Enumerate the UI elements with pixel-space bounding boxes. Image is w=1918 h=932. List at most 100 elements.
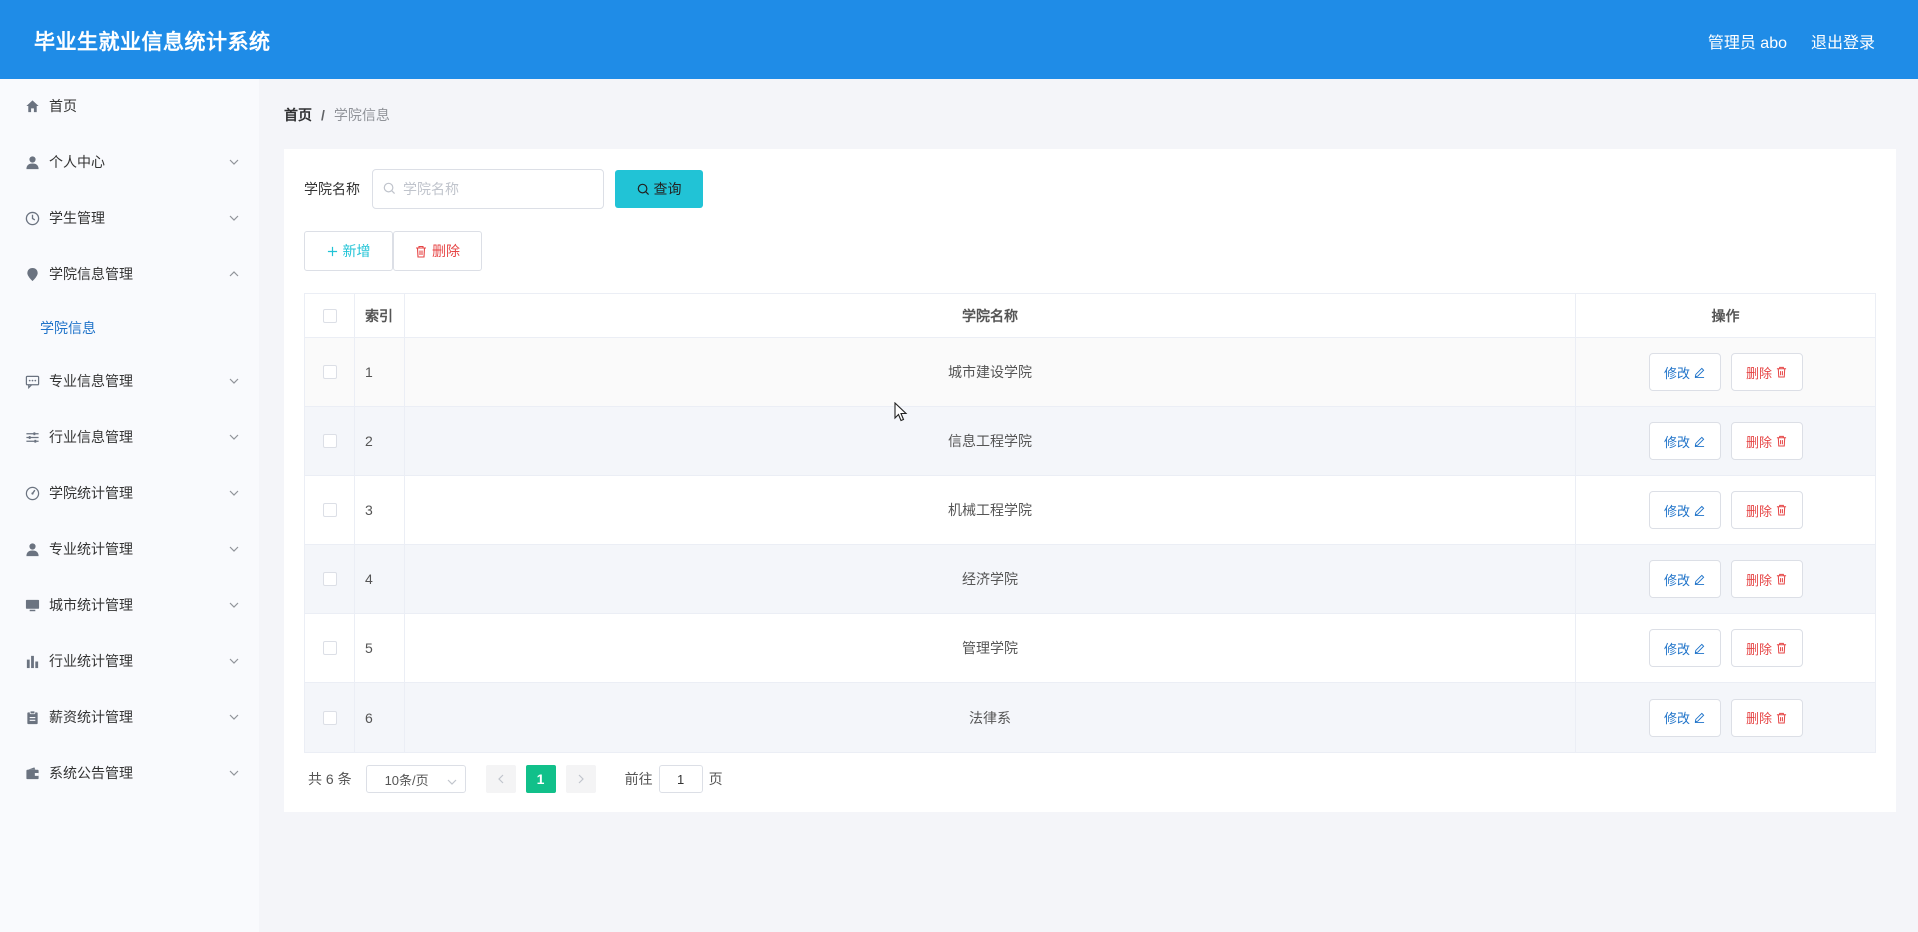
- row-checkbox[interactable]: [322, 503, 337, 517]
- batch-delete-button[interactable]: 删除: [393, 231, 482, 271]
- chevron-down-icon: [229, 157, 239, 168]
- sidebar-item-announcement[interactable]: 系统公告管理: [0, 753, 259, 793]
- chevron-down-icon: [229, 656, 239, 667]
- sidebar-item-major-stats[interactable]: 专业统计管理: [0, 529, 259, 569]
- delete-button[interactable]: 删除: [1730, 353, 1803, 391]
- row-operations: 修改 删除: [1576, 614, 1875, 682]
- delete-button-label: 删除: [1745, 711, 1772, 726]
- select-all-checkbox[interactable]: [322, 308, 337, 323]
- breadcrumb-separator: /: [321, 107, 325, 123]
- edit-button[interactable]: 修改: [1648, 353, 1721, 391]
- row-checkbox-cell: [305, 476, 355, 544]
- row-checkbox-cell: [305, 545, 355, 613]
- row-checkbox[interactable]: [322, 572, 337, 586]
- user-icon: [24, 154, 40, 170]
- app-title: 毕业生就业信息统计系统: [34, 31, 271, 54]
- sidebar-item-label: 城市统计管理: [49, 597, 133, 613]
- edit-button[interactable]: 修改: [1648, 629, 1721, 667]
- sidebar-item-major-management[interactable]: 专业信息管理: [0, 361, 259, 401]
- gauge-icon: [24, 485, 40, 501]
- delete-button-label: 删除: [1745, 572, 1772, 588]
- chevron-down-icon: [229, 213, 239, 224]
- search-label: 学院名称: [304, 181, 360, 197]
- plus-icon: [327, 246, 338, 257]
- edit-icon: [1694, 712, 1705, 723]
- row-checkbox[interactable]: [322, 710, 337, 725]
- chevron-left-icon: [497, 774, 504, 784]
- chevron-down-icon: [229, 712, 239, 723]
- row-college-name: 城市建设学院: [405, 338, 1576, 406]
- delete-button-label: 删除: [1745, 503, 1772, 519]
- row-checkbox[interactable]: [322, 434, 337, 448]
- sidebar-item-college-management[interactable]: 学院信息管理: [0, 254, 259, 294]
- mouse-cursor-icon: [894, 401, 908, 425]
- edit-button[interactable]: 修改: [1648, 422, 1721, 460]
- sidebar-item-label: 学院统计管理: [49, 485, 133, 501]
- delete-button[interactable]: 删除: [1730, 491, 1803, 529]
- edit-button[interactable]: 修改: [1648, 698, 1721, 737]
- sidebar-item-label: 行业统计管理: [49, 653, 133, 669]
- sidebar-item-label: 专业信息管理: [49, 373, 133, 389]
- college-table: 索引 学院名称 操作 1 城市建设学院 修改 删除 2 信息工程学院 修改 删除…: [304, 293, 1876, 753]
- edit-icon: [1694, 643, 1705, 654]
- bar-chart-icon: [24, 653, 40, 669]
- sidebar-item-industry-management[interactable]: 行业信息管理: [0, 417, 259, 457]
- delete-button[interactable]: 删除: [1730, 698, 1803, 737]
- edit-button[interactable]: 修改: [1648, 560, 1721, 598]
- batch-delete-button-label: 删除: [432, 243, 460, 259]
- delete-button[interactable]: 删除: [1730, 422, 1803, 460]
- query-button-label: 查询: [653, 181, 682, 197]
- header-index: 索引: [355, 294, 405, 337]
- user-icon: [24, 541, 40, 557]
- edit-icon: [1694, 505, 1705, 516]
- sidebar-item-student-management[interactable]: 学生管理: [0, 198, 259, 238]
- sidebar: 首页 个人中心 学生管理 学院信息管理 学院信息 专业信息管理 行业信息管理 学…: [0, 79, 259, 932]
- sidebar-item-label: 学院信息: [40, 320, 96, 336]
- chevron-right-icon: [578, 774, 584, 784]
- prev-page-button[interactable]: [485, 765, 516, 793]
- main-panel: 学院名称 查询 新增 删除 索引 学院名称 操作 1 城市建设学院: [284, 149, 1896, 812]
- breadcrumb-current: 学院信息: [333, 107, 390, 123]
- delete-button[interactable]: 删除: [1730, 560, 1803, 598]
- row-index: 1: [355, 338, 405, 406]
- row-operations: 修改 删除: [1576, 407, 1875, 475]
- page-number-current[interactable]: 1: [525, 765, 556, 793]
- sidebar-subitem-college-info[interactable]: 学院信息: [0, 308, 259, 348]
- trash-icon: [1776, 642, 1787, 654]
- delete-button[interactable]: 删除: [1730, 629, 1803, 667]
- breadcrumb-home[interactable]: 首页: [284, 105, 312, 125]
- search-input[interactable]: [403, 170, 598, 208]
- sidebar-item-college-stats[interactable]: 学院统计管理: [0, 473, 259, 513]
- sidebar-item-home[interactable]: 首页: [0, 86, 259, 126]
- sidebar-item-label: 首页: [49, 98, 77, 114]
- row-checkbox[interactable]: [322, 641, 337, 655]
- next-page-button[interactable]: [565, 765, 596, 793]
- sidebar-item-salary-stats[interactable]: 薪资统计管理: [0, 697, 259, 737]
- edit-button-label: 修改: [1663, 365, 1690, 381]
- trash-icon: [415, 245, 427, 258]
- row-index: 2: [355, 407, 405, 475]
- sidebar-item-label: 系统公告管理: [49, 765, 133, 781]
- sidebar-item-city-stats[interactable]: 城市统计管理: [0, 585, 259, 625]
- edit-button-label: 修改: [1663, 711, 1690, 726]
- breadcrumb: 首页 / 学院信息: [284, 105, 390, 125]
- query-button[interactable]: 查询: [615, 170, 703, 208]
- row-checkbox[interactable]: [322, 365, 337, 379]
- sidebar-item-personal-center[interactable]: 个人中心: [0, 142, 259, 182]
- table-row: 5 管理学院 修改 删除: [305, 614, 1875, 683]
- search-icon: [637, 183, 654, 196]
- search-input-wrapper: [372, 169, 604, 209]
- page-size-select[interactable]: 10条/页: [365, 765, 466, 793]
- goto-page-input[interactable]: [658, 765, 703, 793]
- sidebar-item-label: 专业统计管理: [49, 541, 133, 557]
- clipboard-icon: [24, 709, 40, 725]
- logout-link[interactable]: 退出登录: [1811, 29, 1875, 53]
- table-row: 6 法律系 修改 删除: [305, 683, 1875, 752]
- table-header-row: 索引 学院名称 操作: [305, 294, 1875, 338]
- add-button[interactable]: 新增: [304, 231, 393, 271]
- sidebar-item-label: 学院信息管理: [49, 266, 133, 282]
- chat-icon: [24, 373, 40, 389]
- sidebar-item-industry-stats[interactable]: 行业统计管理: [0, 641, 259, 681]
- monitor-icon: [24, 597, 40, 613]
- edit-button[interactable]: 修改: [1648, 491, 1721, 529]
